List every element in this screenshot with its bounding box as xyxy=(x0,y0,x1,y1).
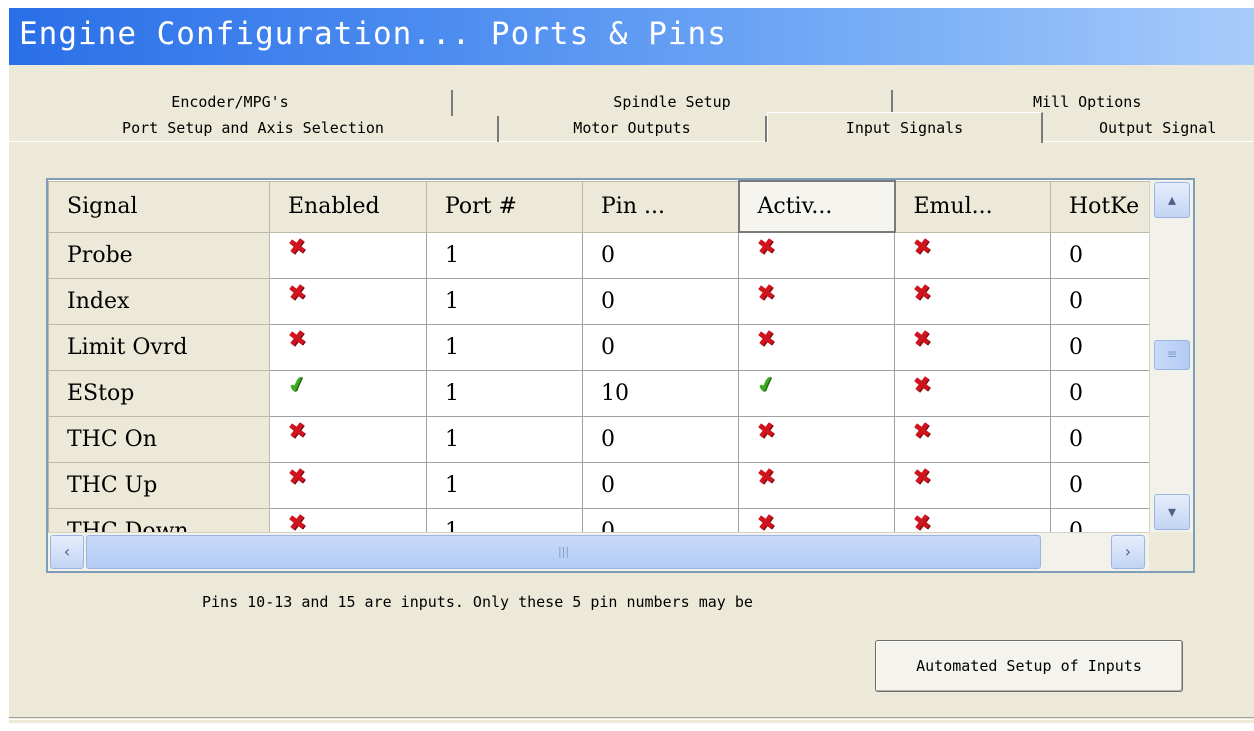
tab-motor-outputs[interactable]: Motor Outputs xyxy=(499,116,767,142)
cell-enabled[interactable]: ✖ xyxy=(269,323,427,371)
cell-port[interactable]: 1 xyxy=(426,277,583,325)
red-x-icon: ✖ xyxy=(911,463,934,491)
red-x-icon: ✖ xyxy=(911,233,934,261)
table-row-limit-ovrd[interactable]: Limit Ovrd ✖ 1 0 ✖ ✖ 0 xyxy=(48,323,1150,371)
pins-info-text: Pins 10-13 and 15 are inputs. Only these… xyxy=(202,593,753,611)
red-x-icon: ✖ xyxy=(286,463,309,491)
red-x-icon: ✖ xyxy=(286,279,309,307)
chevron-left-icon[interactable]: ‹ xyxy=(50,535,84,569)
cell-hotkey[interactable]: 0 xyxy=(1050,323,1150,371)
engine-config-window: Engine Configuration... Ports & Pins Enc… xyxy=(9,8,1254,723)
cell-signal[interactable]: Limit Ovrd xyxy=(48,323,270,371)
tab-row-back: Encoder/MPG's Spindle Setup Mill Options xyxy=(9,90,1254,116)
cell-enabled[interactable]: ✖ xyxy=(269,277,427,325)
cell-hotkey[interactable]: 0 xyxy=(1050,231,1150,279)
cell-active-low[interactable]: ✖ xyxy=(738,323,895,371)
cell-enabled[interactable]: ✖ xyxy=(269,231,427,279)
signals-table: Signal Enabled Port # Pin ... Activ... E… xyxy=(48,180,1150,555)
tab-encoder-mpgs[interactable]: Encoder/MPG's xyxy=(9,90,453,116)
cell-port[interactable]: 1 xyxy=(426,369,583,417)
cell-emulated[interactable]: ✖ xyxy=(894,415,1051,463)
cell-enabled[interactable]: ✔ xyxy=(269,369,427,417)
cell-active-low[interactable]: ✖ xyxy=(738,277,895,325)
red-x-icon: ✖ xyxy=(911,417,934,445)
cell-port[interactable]: 1 xyxy=(426,323,583,371)
cell-emulated[interactable]: ✖ xyxy=(894,277,1051,325)
tab-row-front: Port Setup and Axis Selection Motor Outp… xyxy=(9,112,1254,143)
tab-strip: Encoder/MPG's Spindle Setup Mill Options… xyxy=(9,65,1254,157)
col-header-port[interactable]: Port # xyxy=(426,180,583,233)
table-row-thc-on[interactable]: THC On ✖ 1 0 ✖ ✖ 0 xyxy=(48,415,1150,463)
tab-port-setup[interactable]: Port Setup and Axis Selection xyxy=(9,116,499,142)
red-x-icon: ✖ xyxy=(286,325,309,353)
col-header-pin[interactable]: Pin ... xyxy=(582,180,739,233)
cell-pin[interactable]: 10 xyxy=(582,369,739,417)
cell-signal[interactable]: THC On xyxy=(48,415,270,463)
vertical-scroll-thumb[interactable]: ≡ xyxy=(1154,340,1190,370)
col-header-hotkey[interactable]: HotKe xyxy=(1050,180,1150,233)
grid-body: Probe ✖ 1 0 ✖ ✖ 0 Index ✖ 1 0 ✖ ✖ 0 Limit Ovrd ✖ 1 0 ✖ ✖ 0 ES… xyxy=(48,231,1150,555)
cell-emulated[interactable]: ✖ xyxy=(894,461,1051,509)
tab-input-signals[interactable]: Input Signals xyxy=(767,112,1043,143)
cell-port[interactable]: 1 xyxy=(426,231,583,279)
window-title: Engine Configuration... Ports & Pins xyxy=(9,8,1254,65)
red-x-icon: ✖ xyxy=(911,325,934,353)
table-row-estop[interactable]: EStop ✔ 1 10 ✔ ✖ 0 xyxy=(48,369,1150,417)
red-x-icon: ✖ xyxy=(755,417,778,445)
cell-signal[interactable]: EStop xyxy=(48,369,270,417)
cell-emulated[interactable]: ✖ xyxy=(894,231,1051,279)
cell-hotkey[interactable]: 0 xyxy=(1050,369,1150,417)
cell-pin[interactable]: 0 xyxy=(582,231,739,279)
bottom-divider xyxy=(9,717,1254,720)
chevron-up-icon[interactable]: ▴ xyxy=(1154,182,1190,218)
cell-active-low[interactable]: ✖ xyxy=(738,231,895,279)
red-x-icon: ✖ xyxy=(755,463,778,491)
chevron-down-icon[interactable]: ▾ xyxy=(1154,494,1190,530)
red-x-icon: ✖ xyxy=(755,325,778,353)
cell-hotkey[interactable]: 0 xyxy=(1050,277,1150,325)
chevron-right-icon[interactable]: › xyxy=(1111,535,1145,569)
table-row-thc-up[interactable]: THC Up ✖ 1 0 ✖ ✖ 0 xyxy=(48,461,1150,509)
cell-port[interactable]: 1 xyxy=(426,415,583,463)
col-header-active-low[interactable]: Activ... xyxy=(737,180,896,233)
red-x-icon: ✖ xyxy=(911,371,934,399)
cell-hotkey[interactable]: 0 xyxy=(1050,415,1150,463)
cell-enabled[interactable]: ✖ xyxy=(269,461,427,509)
cell-pin[interactable]: 0 xyxy=(582,277,739,325)
automated-setup-button[interactable]: Automated Setup of Inputs xyxy=(875,640,1183,692)
cell-pin[interactable]: 0 xyxy=(582,323,739,371)
green-check-icon: ✔ xyxy=(754,370,779,400)
input-signals-grid: Signal Enabled Port # Pin ... Activ... E… xyxy=(46,178,1195,573)
cell-emulated[interactable]: ✖ xyxy=(894,369,1051,417)
cell-hotkey[interactable]: 0 xyxy=(1050,461,1150,509)
cell-active-low[interactable]: ✖ xyxy=(738,415,895,463)
cell-active-low[interactable]: ✖ xyxy=(738,461,895,509)
col-header-enabled[interactable]: Enabled xyxy=(269,180,427,233)
cell-emulated[interactable]: ✖ xyxy=(894,323,1051,371)
table-row-index[interactable]: Index ✖ 1 0 ✖ ✖ 0 xyxy=(48,277,1150,325)
red-x-icon: ✖ xyxy=(911,279,934,307)
cell-pin[interactable]: 0 xyxy=(582,461,739,509)
cell-signal[interactable]: THC Up xyxy=(48,461,270,509)
header-row: Signal Enabled Port # Pin ... Activ... E… xyxy=(48,180,1150,233)
cell-pin[interactable]: 0 xyxy=(582,415,739,463)
tab-output-signals[interactable]: Output Signal xyxy=(1043,116,1254,142)
green-check-icon: ✔ xyxy=(285,370,310,400)
vertical-scrollbar[interactable]: ▴ ≡ ▾ xyxy=(1149,180,1193,532)
table-row-probe[interactable]: Probe ✖ 1 0 ✖ ✖ 0 xyxy=(48,231,1150,279)
red-x-icon: ✖ xyxy=(286,417,309,445)
scroll-corner xyxy=(1149,532,1193,571)
cell-active-low[interactable]: ✔ xyxy=(738,369,895,417)
cell-signal[interactable]: Probe xyxy=(48,231,270,279)
horizontal-scroll-thumb[interactable]: ||| xyxy=(86,535,1041,569)
red-x-icon: ✖ xyxy=(286,233,309,261)
horizontal-scrollbar[interactable]: ‹ ||| › xyxy=(48,532,1149,571)
col-header-emulated[interactable]: Emul... xyxy=(894,180,1051,233)
cell-enabled[interactable]: ✖ xyxy=(269,415,427,463)
cell-port[interactable]: 1 xyxy=(426,461,583,509)
red-x-icon: ✖ xyxy=(755,279,778,307)
cell-signal[interactable]: Index xyxy=(48,277,270,325)
red-x-icon: ✖ xyxy=(755,233,778,261)
col-header-signal[interactable]: Signal xyxy=(48,180,270,233)
